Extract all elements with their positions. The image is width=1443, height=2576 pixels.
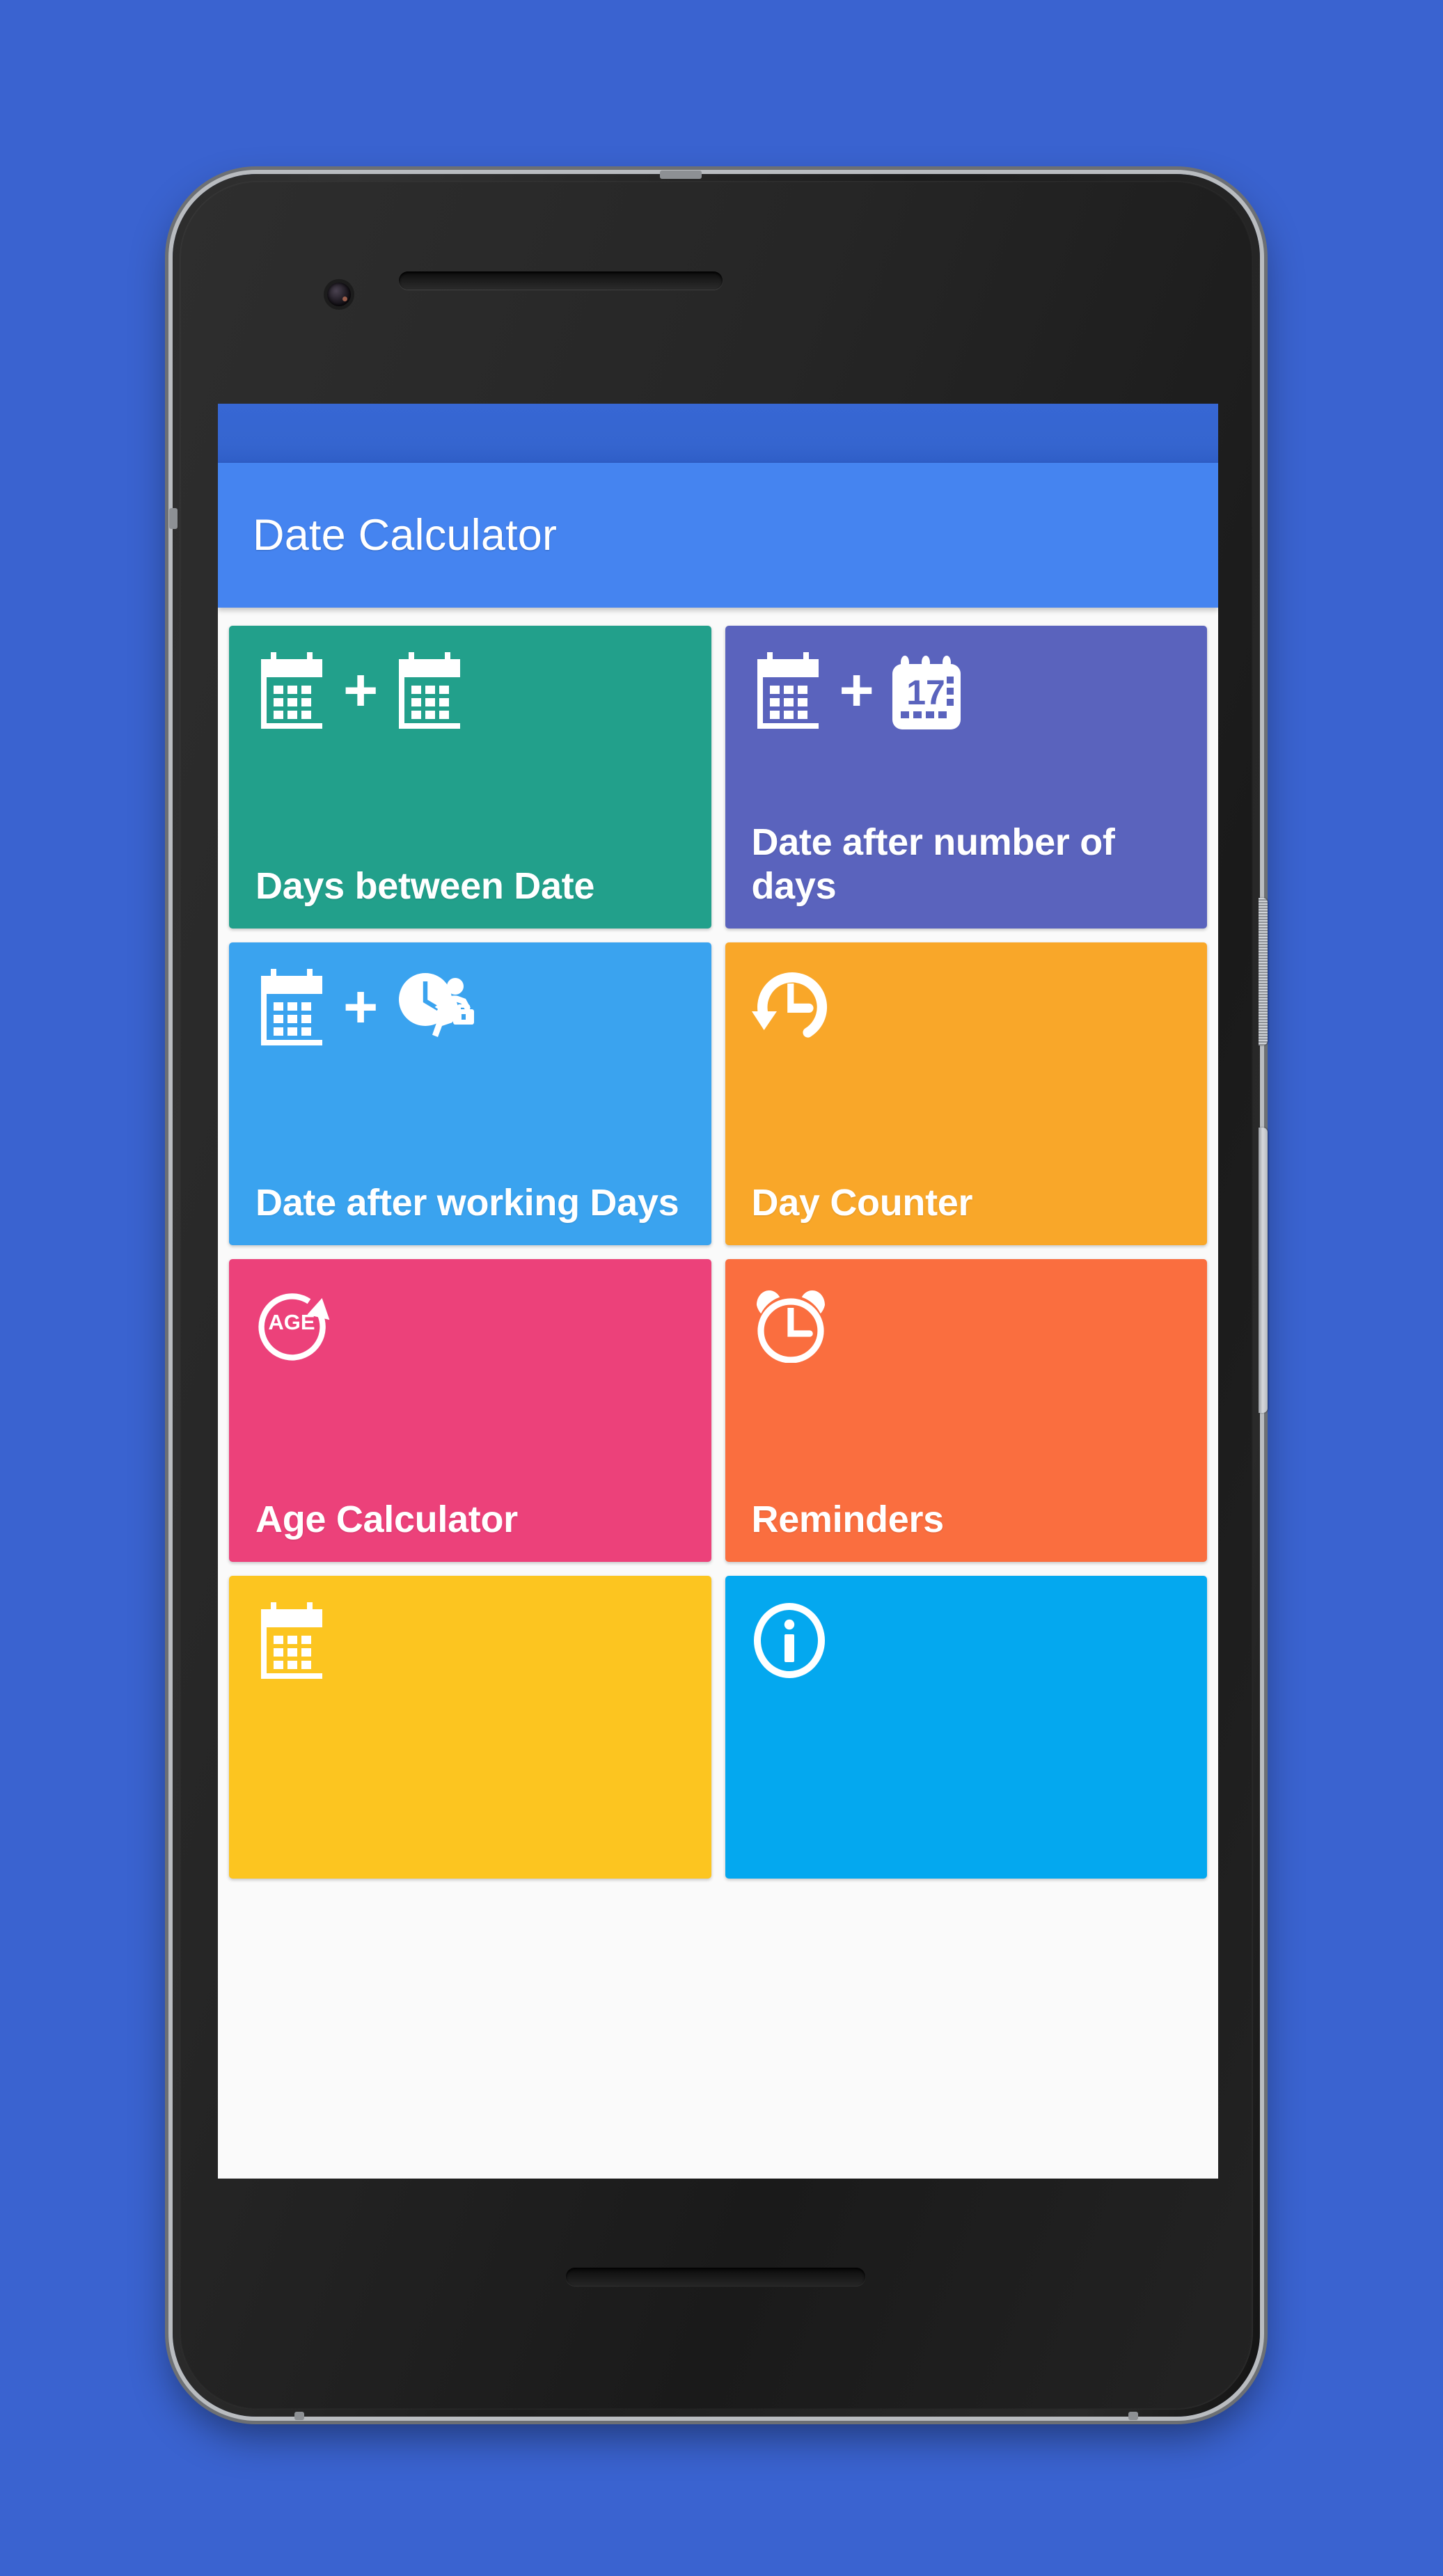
status-bar — [218, 404, 1218, 463]
tile-label: Date after working Days — [255, 1182, 679, 1224]
tile-icon-group: AGE — [255, 1283, 336, 1365]
clock-restore-icon — [751, 968, 833, 1046]
tile-label: Reminders — [751, 1499, 945, 1541]
tile-calendar[interactable] — [229, 1576, 711, 1879]
plus-icon: + — [839, 656, 874, 724]
tile-icon-group — [255, 1599, 328, 1682]
tile-reminders[interactable]: Reminders — [725, 1259, 1207, 1562]
tile-icon-group — [752, 1599, 827, 1682]
tile-label: Age Calculator — [255, 1499, 518, 1541]
tile-day-counter[interactable]: Day Counter — [725, 942, 1207, 1245]
antenna-band-bottom-right — [1128, 2412, 1138, 2420]
calendar-icon — [255, 1602, 328, 1679]
tile-label: Date after number of days — [751, 821, 1115, 908]
tile-age-calculator[interactable]: AGE Age Calculator — [229, 1259, 711, 1562]
calendar-icon — [255, 969, 328, 1045]
tile-date-after-working-days[interactable]: + Date after working Days — [229, 942, 711, 1245]
calendar-icon — [752, 652, 824, 729]
clock-businessman-icon — [393, 969, 475, 1045]
tile-icon-group — [751, 966, 833, 1048]
antenna-band-top — [660, 171, 702, 179]
calendar-17-icon: 17 — [890, 651, 963, 729]
tile-date-after-number-of-days[interactable]: + 17 Date after number of days — [725, 626, 1207, 929]
app-title: Date Calculator — [253, 511, 558, 560]
plus-icon: + — [343, 973, 379, 1041]
tile-label: Days between Date — [255, 865, 595, 908]
antenna-band-bottom-left — [294, 2412, 304, 2420]
antenna-band-left — [169, 508, 178, 529]
phone-screen: Date Calculator + Days between Date + 17… — [218, 404, 1218, 2179]
tile-icon-group: + — [255, 649, 466, 732]
tile-about-info[interactable] — [725, 1576, 1207, 1879]
alarm-clock-icon — [752, 1285, 830, 1363]
front-camera-icon — [327, 283, 351, 306]
plus-icon: + — [343, 656, 379, 724]
tile-icon-group: + — [255, 966, 475, 1048]
tile-icon-group: + 17 — [752, 649, 963, 732]
tile-days-between-date[interactable]: + Days between Date — [229, 626, 711, 929]
calendar-icon — [255, 652, 328, 729]
tile-grid: + Days between Date + 17 Date after numb… — [218, 608, 1218, 1879]
volume-rocker-button[interactable] — [1259, 1128, 1268, 1413]
calendar-icon — [393, 652, 466, 729]
svg-text:17: 17 — [906, 673, 945, 712]
phone-device: Date Calculator + Days between Date + 17… — [169, 171, 1268, 2420]
bottom-speaker-grill — [566, 2268, 865, 2286]
power-button[interactable] — [1259, 898, 1268, 1045]
age-circle-arrow-icon: AGE — [255, 1285, 336, 1363]
tile-label: Day Counter — [751, 1182, 973, 1224]
tile-icon-group — [752, 1283, 830, 1365]
app-bar: Date Calculator — [218, 463, 1218, 608]
age-icon-text: AGE — [268, 1310, 315, 1334]
info-circle-icon — [752, 1602, 827, 1680]
earpiece-speaker — [399, 271, 723, 290]
